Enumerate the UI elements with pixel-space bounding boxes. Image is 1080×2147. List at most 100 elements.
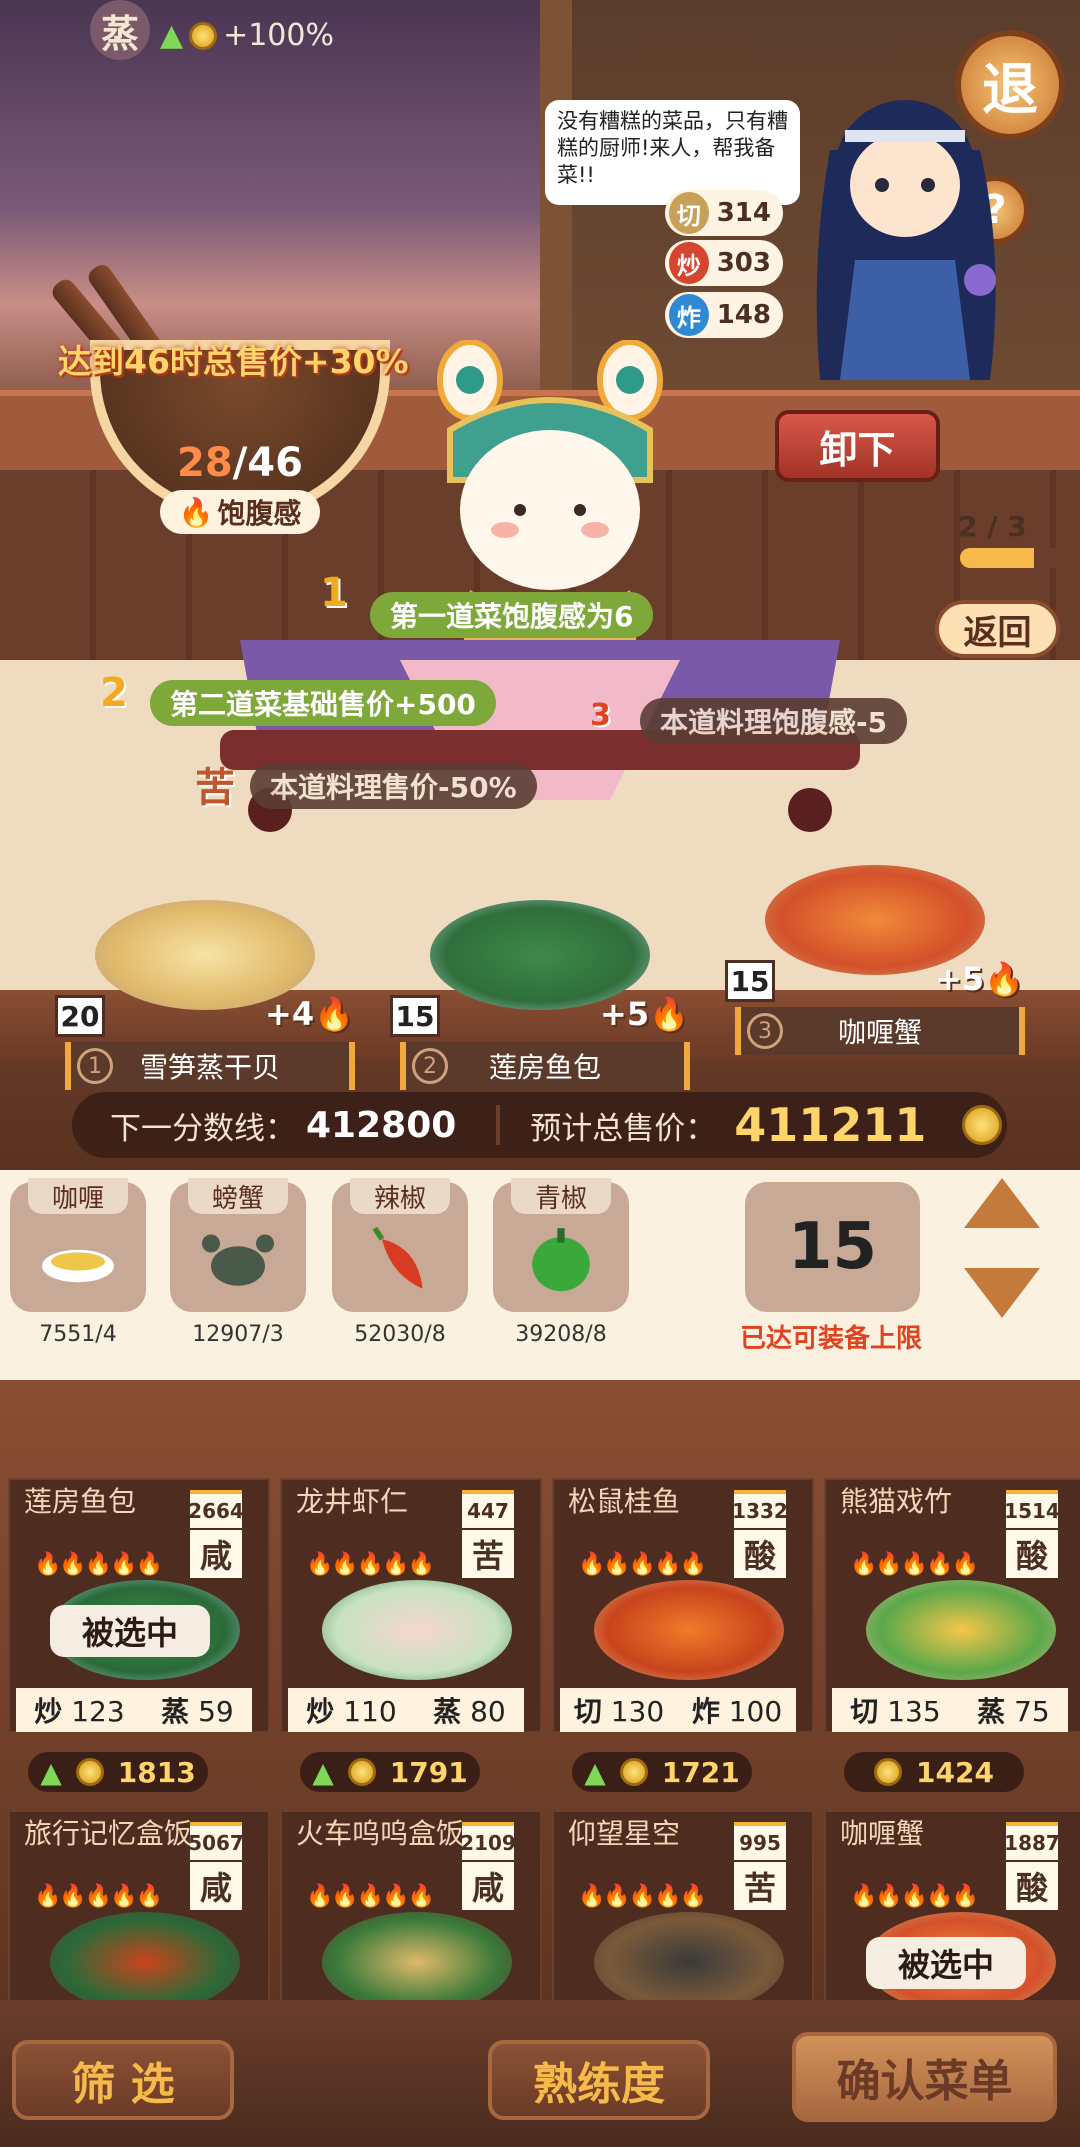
effect-badge-1: 1 (320, 570, 348, 616)
taste-badge: 苦 (462, 1530, 514, 1578)
up-arrow-icon: ▲ (312, 1755, 334, 1789)
scroll-up-button[interactable] (964, 1178, 1040, 1228)
gravy-boat-icon (42, 1249, 114, 1283)
unload-button[interactable]: 卸下 (775, 410, 940, 482)
dish-image (322, 1912, 512, 2012)
steam-skill-badge: 蒸 (90, 0, 150, 60)
dish-skill-requirements: 切 130 炸 100 (560, 1688, 796, 1732)
ingredient-curry[interactable]: 咖喱 7551/4 (10, 1178, 146, 1347)
score-bar: 下一分数线： 412800 预计总售价： 411211 (72, 1092, 1007, 1158)
effect-badge-3: 3 (590, 698, 611, 733)
ingredient-name: 螃蟹 (188, 1178, 288, 1214)
dish-satiety: +5🔥 (935, 960, 1024, 998)
flame-rating-icon: 🔥🔥🔥🔥🔥 (34, 1884, 163, 1909)
coin-icon (874, 1758, 903, 1786)
flame-rating-icon: 🔥🔥🔥🔥🔥 (850, 1884, 979, 1909)
satiety-bonus-text: 达到46时总售价+30% (58, 342, 409, 381)
dish-name: 莲房鱼包 (24, 1485, 137, 1518)
ingredient-name: 咖喱 (28, 1178, 128, 1214)
flame-rating-icon: 🔥🔥🔥🔥🔥 (578, 1552, 707, 1577)
taste-badge: 苦 (734, 1862, 786, 1910)
ingredient-count: 7551/4 (39, 1322, 117, 1347)
popularity-badge: 995 (734, 1822, 786, 1860)
chef-character[interactable] (790, 60, 1020, 390)
dish-card[interactable]: 莲房鱼包 2664 咸 🔥🔥🔥🔥🔥 炒 123 蒸 59 被选中 (8, 1478, 270, 1733)
equip-count: 15 (745, 1182, 920, 1312)
up-arrow-icon: ▲ (584, 1755, 606, 1789)
green-pepper-icon (532, 1228, 590, 1292)
dish-level: 15 (725, 960, 775, 1002)
dish-card[interactable]: 龙井虾仁 447 苦 🔥🔥🔥🔥🔥 炒 110 蒸 80 (280, 1478, 542, 1733)
ingredient-green-pepper[interactable]: 青椒 39208/8 (493, 1178, 629, 1347)
dish-index: 3 (747, 1013, 783, 1049)
dish-price: ▲ 1791 (300, 1752, 480, 1792)
skill-fry: 炸 148 (665, 292, 783, 338)
dish-price: ▲ 1813 (28, 1752, 208, 1792)
ingredient-crab[interactable]: 螃蟹 12907/3 (170, 1178, 306, 1347)
effect-price-minus: 本道料理售价-50% (250, 763, 537, 809)
dish-satiety: +5🔥 (600, 995, 689, 1033)
total-price-label: 预计总售价： (530, 1110, 717, 1147)
dish-price: 1424 (844, 1752, 1024, 1792)
cut-icon: 切 (669, 192, 709, 234)
dish-skill-requirements: 炒 123 蒸 59 (16, 1688, 252, 1732)
ingredient-count: 12907/3 (192, 1322, 284, 1347)
flame-rating-icon: 🔥🔥🔥🔥🔥 (34, 1552, 163, 1577)
filter-button[interactable]: 筛 选 (12, 2040, 234, 2120)
crab-icon (202, 1234, 274, 1286)
effect-badge-2: 2 (100, 670, 128, 716)
ingredient-chili[interactable]: 辣椒 52030/8 (332, 1178, 468, 1347)
popularity-badge: 2109 (460, 1822, 516, 1860)
popularity-badge: 2664 (188, 1490, 244, 1528)
dish-slot-2[interactable]: 15 +5🔥 莲房鱼包 2 (390, 900, 690, 1090)
flame-icon: 🔥 (314, 995, 354, 1033)
fry-icon: 炸 (669, 294, 709, 336)
dish-skill-requirements: 炒 110 蒸 80 (288, 1688, 524, 1732)
effect-satiety-minus: 本道料理饱腹感-5 (640, 698, 908, 744)
scroll-down-button[interactable] (964, 1268, 1040, 1318)
dish-card[interactable]: 松鼠桂鱼 1332 酸 🔥🔥🔥🔥🔥 切 130 炸 100 (552, 1478, 814, 1733)
dish-card[interactable]: 熊猫戏竹 1514 酸 🔥🔥🔥🔥🔥 切 135 蒸 75 (824, 1478, 1080, 1733)
proficiency-button[interactable]: 熟练度 (488, 2040, 710, 2120)
ingredient-name: 青椒 (511, 1178, 611, 1214)
page-progress-fill (960, 548, 1034, 568)
skill-cut: 切 314 (665, 190, 783, 236)
dish-satiety: +4🔥 (265, 995, 354, 1033)
ingredient-name: 辣椒 (350, 1178, 450, 1214)
taste-badge: 咸 (190, 1862, 242, 1910)
dish-level: 15 (390, 995, 440, 1037)
dish-slot-1[interactable]: 20 +4🔥 雪笋蒸干贝 1 (55, 900, 355, 1090)
dish-image (866, 1580, 1056, 1680)
chili-icon (372, 1226, 423, 1289)
coin-icon (75, 1758, 104, 1786)
selected-badge: 被选中 (50, 1605, 210, 1657)
popularity-badge: 1887 (1004, 1822, 1060, 1860)
popularity-badge: 5067 (188, 1822, 244, 1860)
dish-slot-3[interactable]: 15 +5🔥 咖喱蟹 3 (725, 865, 1025, 1055)
dish-name: 龙井虾仁 (296, 1485, 409, 1518)
dish-name: 松鼠桂鱼 (568, 1485, 681, 1518)
coin-icon (962, 1105, 1003, 1145)
popularity-badge: 1514 (1004, 1490, 1060, 1528)
ingredient-count: 52030/8 (354, 1322, 446, 1347)
dish-level: 20 (55, 995, 105, 1037)
confirm-menu-button[interactable]: 确认菜单 (792, 2032, 1057, 2122)
dish-image (765, 865, 985, 975)
equip-limit-text: 已达可装备上限 (740, 1324, 923, 1354)
page-indicator: 2 / 3 (958, 510, 1027, 543)
dish-name: 咖喱蟹 (840, 1817, 925, 1850)
coin-icon (619, 1758, 648, 1786)
effect-second-dish: 第二道菜基础售价+500 (150, 680, 496, 726)
divider (496, 1105, 501, 1145)
next-score-label: 下一分数线： (110, 1110, 296, 1147)
taste-badge: 咸 (462, 1862, 514, 1910)
back-button[interactable]: 返回 (935, 600, 1060, 658)
stirfry-icon: 炒 (669, 242, 709, 284)
satiety-count: 28/46 (177, 440, 303, 486)
up-arrow-icon: ▲ (40, 1755, 62, 1789)
steam-bonus: ▲ +100% (160, 18, 334, 53)
flame-rating-icon: 🔥🔥🔥🔥🔥 (578, 1884, 707, 1909)
popularity-badge: 447 (462, 1490, 514, 1528)
taste-badge: 酸 (1006, 1862, 1058, 1910)
dish-price: ▲ 1721 (572, 1752, 752, 1792)
